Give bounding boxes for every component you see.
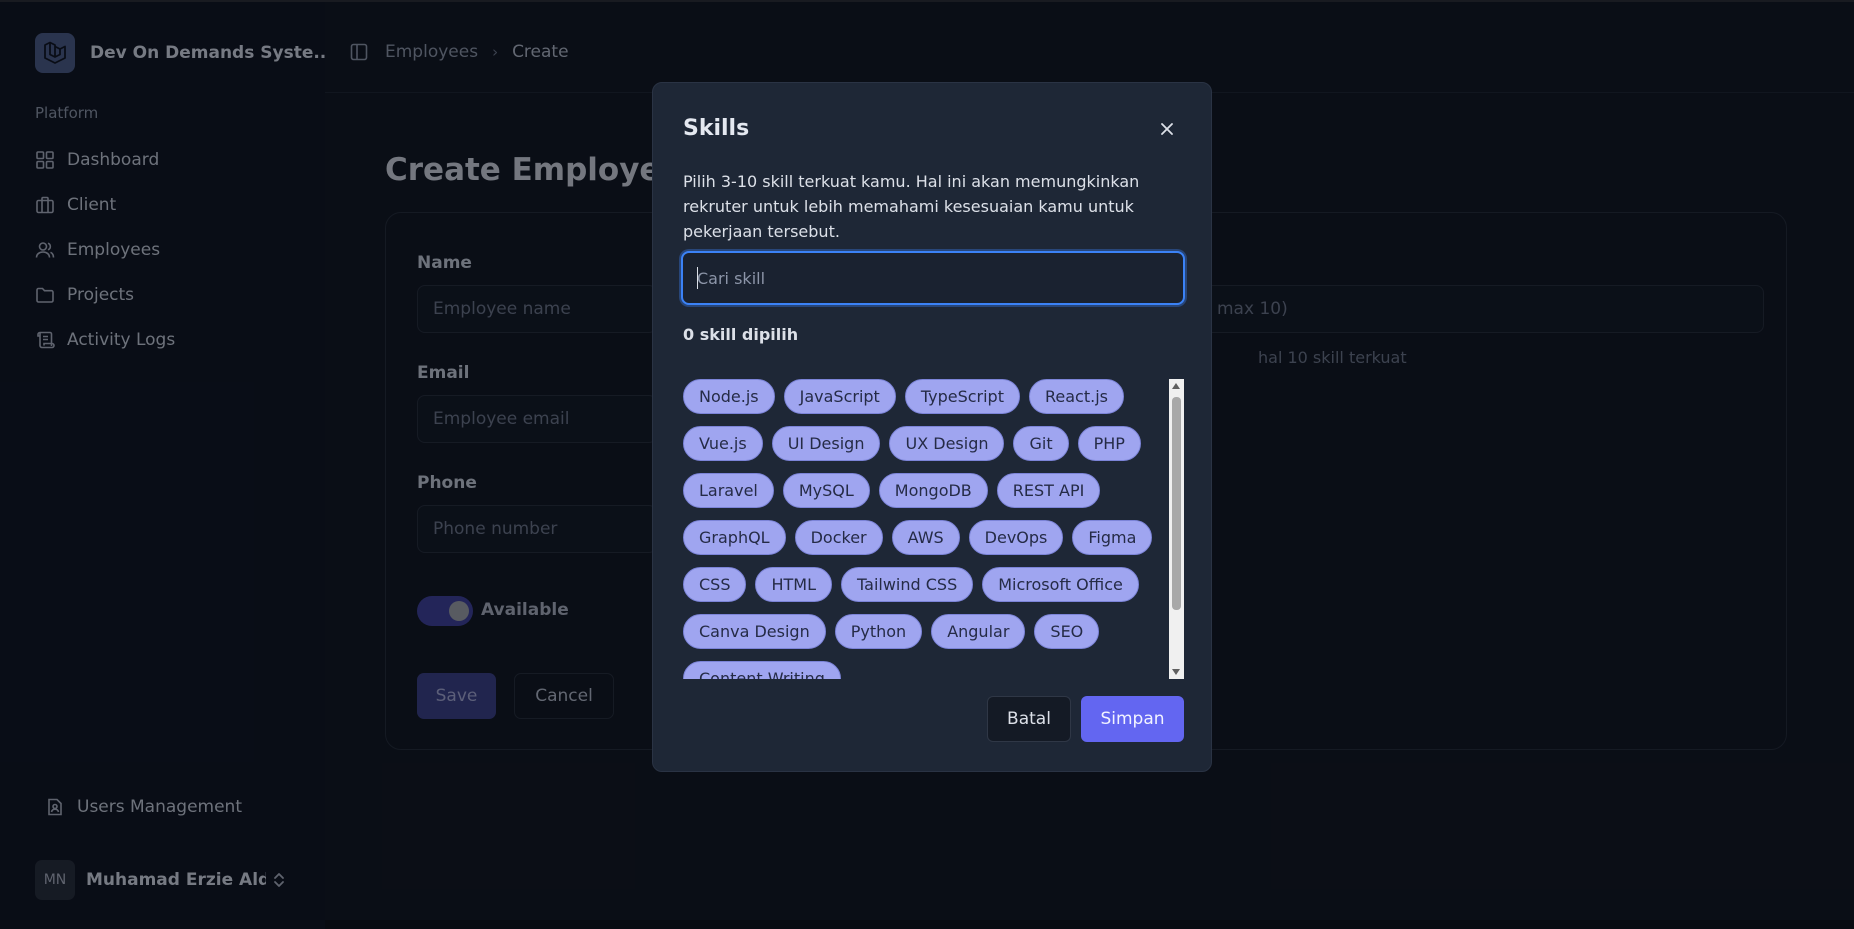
submit-button[interactable]: Simpan [1081,696,1184,742]
scroll-up-arrow-icon[interactable] [1172,383,1180,389]
skill-chip[interactable]: JavaScript [783,379,896,414]
skill-chip[interactable]: Docker [794,520,883,555]
skill-chip[interactable]: Canva Design [683,614,826,649]
skill-chip[interactable]: PHP [1077,426,1141,461]
skill-chip[interactable]: REST API [996,473,1101,508]
skill-chip[interactable]: Figma [1072,520,1153,555]
scroll-thumb[interactable] [1172,397,1181,610]
skill-search-input[interactable] [681,251,1185,305]
skill-chip[interactable]: Git [1013,426,1069,461]
text-caret [697,267,698,289]
skill-chip[interactable]: Angular [931,614,1026,649]
skill-chip[interactable]: React.js [1028,379,1124,414]
skill-chip[interactable]: Laravel [683,473,774,508]
skill-chip[interactable]: SEO [1034,614,1100,649]
close-icon[interactable] [1159,121,1175,137]
skill-chip[interactable]: Vue.js [683,426,763,461]
selected-count: 0 skill dipilih [683,325,799,344]
skill-chip[interactable]: Tailwind CSS [841,567,974,602]
skill-chip[interactable]: HTML [755,567,833,602]
skills-modal: Skills Pilih 3-10 skill terkuat kamu. Ha… [652,82,1212,772]
skill-chip[interactable]: AWS [891,520,960,555]
skill-chip[interactable]: UX Design [889,426,1005,461]
skill-chip[interactable]: Node.js [683,379,775,414]
cancel-button[interactable]: Batal [987,696,1071,742]
scroll-down-arrow-icon[interactable] [1172,669,1180,675]
skill-chip[interactable]: Python [834,614,923,649]
skill-chip[interactable]: CSS [683,567,747,602]
modal-title: Skills [683,116,750,141]
scrollbar[interactable] [1169,379,1184,679]
skill-chip[interactable]: MongoDB [878,473,988,508]
skill-chip[interactable]: TypeScript [904,379,1020,414]
skill-chip[interactable]: DevOps [968,520,1064,555]
skill-chip[interactable]: UI Design [771,426,881,461]
skill-chips: Node.js JavaScript TypeScript React.js Vue.j… [683,379,1165,679]
skills-list: Node.js JavaScript TypeScript React.js Vue.j… [683,379,1165,679]
skill-chip[interactable]: MySQL [782,473,870,508]
skill-chip[interactable]: GraphQL [683,520,786,555]
modal-description: Pilih 3-10 skill terkuat kamu. Hal ini a… [683,172,1140,241]
skill-chip[interactable]: Microsoft Office [982,567,1139,602]
skill-chip[interactable]: Content Writing [683,661,841,679]
